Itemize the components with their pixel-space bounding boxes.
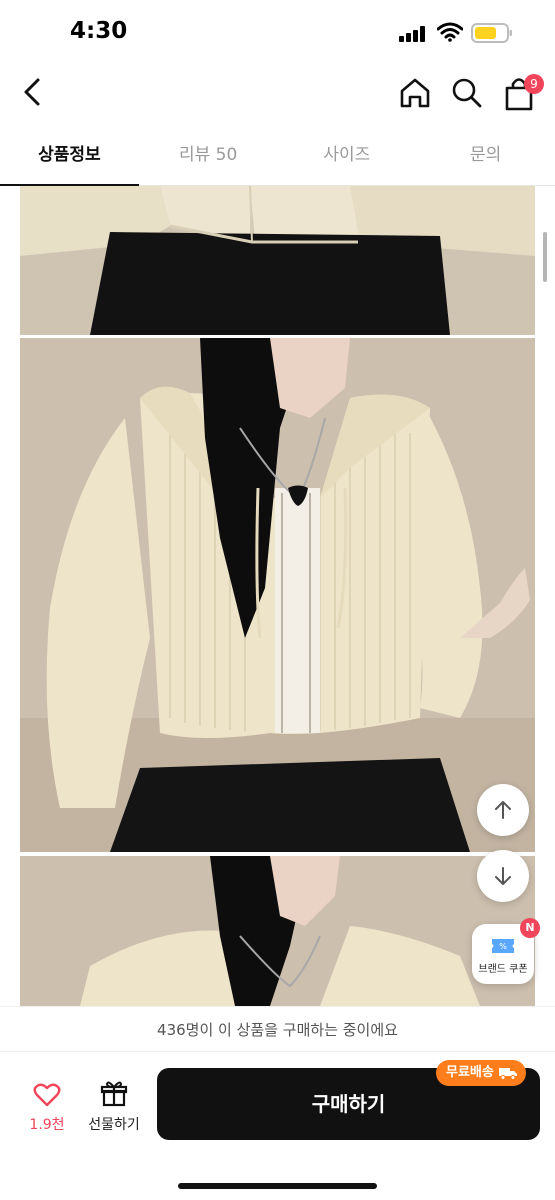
scrollbar[interactable]: [543, 232, 547, 282]
back-button[interactable]: [14, 72, 50, 112]
scroll-top-button[interactable]: [477, 784, 529, 836]
home-icon[interactable]: [396, 74, 434, 112]
coupon-icon: %: [492, 939, 514, 953]
product-photo: [20, 856, 535, 1006]
svg-text:%: %: [499, 942, 507, 951]
tab-size[interactable]: 사이즈: [278, 126, 417, 185]
tab-product-info[interactable]: 상품정보: [0, 126, 139, 186]
product-tabs: 상품정보 리뷰 50 사이즈 문의: [0, 126, 555, 186]
brand-coupon-button[interactable]: % 브랜드 쿠폰 N: [472, 918, 540, 984]
scroll-down-button[interactable]: [477, 850, 529, 902]
status-bar: 4:30: [0, 0, 555, 62]
gift-label: 선물하기: [88, 1117, 140, 1133]
new-badge: N: [520, 918, 540, 938]
cart-button[interactable]: 9: [500, 72, 544, 116]
search-icon[interactable]: [448, 74, 486, 112]
status-time: 4:30: [70, 18, 128, 44]
wifi-icon: [437, 22, 463, 42]
bottom-action-bar: 1.9천 선물하기 구매하기 무료배송: [0, 1052, 555, 1200]
arrow-down-icon: [495, 867, 511, 885]
free-shipping-label: 무료배송: [446, 1065, 494, 1080]
cellular-signal-icon: [399, 26, 429, 42]
tab-reviews[interactable]: 리뷰 50: [139, 126, 278, 185]
cart-count-badge: 9: [524, 74, 544, 94]
arrow-up-icon: [495, 801, 511, 819]
product-photo: [20, 186, 535, 335]
chevron-left-icon: [24, 78, 40, 106]
product-detail-images[interactable]: [0, 186, 555, 1006]
top-navigation: 9: [0, 62, 555, 126]
home-indicator: [178, 1183, 377, 1189]
heart-icon: [33, 1083, 61, 1107]
like-button[interactable]: 1.9천: [18, 1078, 76, 1140]
tab-inquiry[interactable]: 문의: [416, 126, 555, 185]
gift-icon: [100, 1081, 128, 1107]
purchase-notice: 436명이 이 상품을 구매하는 중이에요: [0, 1006, 555, 1052]
gift-button[interactable]: 선물하기: [82, 1078, 146, 1140]
like-count: 1.9천: [29, 1117, 65, 1133]
truck-icon: [498, 1068, 517, 1080]
battery-icon: [471, 23, 512, 43]
free-shipping-badge: 무료배송: [436, 1060, 526, 1086]
coupon-label: 브랜드 쿠폰: [478, 964, 528, 975]
product-photo: [20, 338, 535, 852]
